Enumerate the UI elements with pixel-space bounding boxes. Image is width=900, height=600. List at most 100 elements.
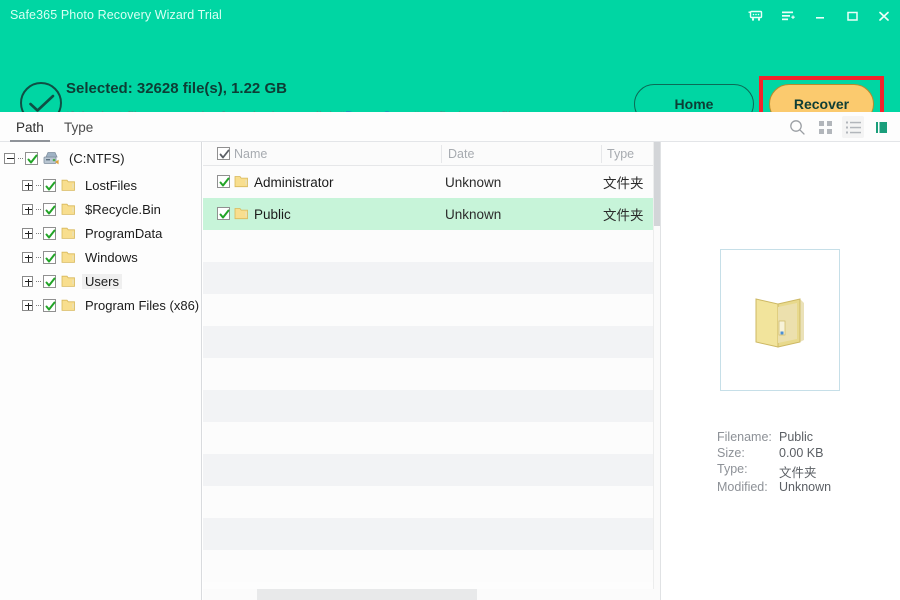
folder-icon xyxy=(234,208,248,220)
table-row[interactable]: Administrator xyxy=(203,166,653,198)
table-row-empty[interactable] xyxy=(203,454,653,486)
table-row-empty[interactable] xyxy=(203,390,653,422)
folder-tree[interactable]: (C:NTFS) LostFiles $Recycle.Bin ProgramD… xyxy=(0,142,202,600)
expand-toggle-icon[interactable] xyxy=(22,227,33,239)
row-checkbox[interactable] xyxy=(217,175,230,188)
drive-icon xyxy=(43,151,59,164)
column-header-name[interactable]: Name xyxy=(234,142,267,166)
table-row-empty[interactable] xyxy=(203,326,653,358)
tree-node-label: (C:NTFS) xyxy=(69,150,125,166)
meta-row-size: Size: 0.00 KB xyxy=(717,446,897,462)
meta-row-filename: Filename: Public xyxy=(717,430,897,446)
tree-checkbox[interactable] xyxy=(25,151,38,165)
expand-toggle-icon[interactable] xyxy=(22,251,33,263)
expand-toggle-icon[interactable] xyxy=(22,203,33,215)
preview-thumbnail xyxy=(720,249,840,391)
tree-node-label: Program Files (x86) xyxy=(85,297,200,313)
tree-checkbox[interactable] xyxy=(43,250,56,264)
table-row-empty[interactable] xyxy=(203,486,653,518)
preview-panel-icon[interactable] xyxy=(870,116,892,138)
tree-node-windows[interactable]: Windows xyxy=(22,246,141,268)
window-title: Safe365 Photo Recovery Wizard Trial xyxy=(10,8,222,22)
table-row[interactable]: Public xyxy=(203,198,653,230)
row-date: Unknown xyxy=(445,174,502,190)
table-row-empty[interactable] xyxy=(203,422,653,454)
title-bar: Safe365 Photo Recovery Wizard Trial xyxy=(0,0,900,32)
feedback-icon[interactable] xyxy=(772,0,804,32)
tree-node-users[interactable]: Users xyxy=(22,270,122,292)
expand-toggle-icon[interactable] xyxy=(22,275,33,287)
tree-node-programdata[interactable]: ProgramData xyxy=(22,222,165,244)
tree-connector xyxy=(36,280,41,282)
meta-key: Type: xyxy=(717,462,748,476)
folder-icon xyxy=(234,176,248,188)
close-icon[interactable] xyxy=(868,0,900,32)
tree-connector xyxy=(36,184,41,186)
column-header-date[interactable]: Date xyxy=(448,142,474,166)
search-icon[interactable] xyxy=(786,116,808,138)
row-name: Administrator xyxy=(254,174,334,190)
status-header: Selected: 32628 file(s), 1.22 GB If the … xyxy=(0,32,900,133)
collapse-toggle-icon[interactable] xyxy=(4,152,15,164)
list-toolbar xyxy=(786,112,892,142)
column-divider[interactable] xyxy=(601,145,602,163)
list-view-icon[interactable] xyxy=(842,116,864,138)
meta-value: Unknown xyxy=(779,480,832,494)
tree-node-label: Users xyxy=(82,273,122,289)
table-row-empty[interactable] xyxy=(203,262,653,294)
maximize-icon[interactable] xyxy=(836,0,868,32)
row-name: Public xyxy=(254,206,291,222)
column-divider[interactable] xyxy=(441,145,442,163)
minimize-icon[interactable] xyxy=(804,0,836,32)
tree-checkbox[interactable] xyxy=(43,226,56,240)
meta-key: Size: xyxy=(717,446,745,460)
meta-value: 0.00 KB xyxy=(779,446,824,460)
view-tab-bar: Path Type xyxy=(0,112,900,142)
tree-connector xyxy=(36,304,41,306)
tree-checkbox[interactable] xyxy=(43,202,56,216)
tree-node-recyclebin[interactable]: $Recycle.Bin xyxy=(22,198,164,220)
tree-node-root[interactable]: (C:NTFS) xyxy=(4,147,128,169)
selected-summary: Selected: 32628 file(s), 1.22 GB xyxy=(66,80,287,97)
grid-view-icon[interactable] xyxy=(814,116,836,138)
meta-key: Filename: xyxy=(717,430,772,444)
preview-panel: Filename: Public Size: 0.00 KB Type: 文件夹… xyxy=(660,142,900,600)
horizontal-scrollbar[interactable] xyxy=(203,589,660,600)
table-row-empty[interactable] xyxy=(203,294,653,326)
row-checkbox[interactable] xyxy=(217,207,230,220)
table-row-empty[interactable] xyxy=(203,550,653,582)
row-type: 文件夹 xyxy=(603,208,644,223)
tree-checkbox[interactable] xyxy=(43,298,56,312)
column-header-type[interactable]: Type xyxy=(607,142,634,166)
folder-icon xyxy=(61,203,75,215)
table-row-empty[interactable] xyxy=(203,358,653,390)
table-row-empty[interactable] xyxy=(203,518,653,550)
tree-node-label: ProgramData xyxy=(85,225,163,241)
tree-node-programfilesx86[interactable]: Program Files (x86) xyxy=(22,294,201,316)
tab-path[interactable]: Path xyxy=(10,112,50,142)
tree-connector xyxy=(18,157,23,159)
expand-toggle-icon[interactable] xyxy=(22,179,33,191)
horizontal-scrollbar-thumb[interactable] xyxy=(257,589,477,600)
folder-icon xyxy=(61,227,75,239)
tree-checkbox[interactable] xyxy=(43,274,56,288)
expand-toggle-icon[interactable] xyxy=(22,299,33,311)
file-list[interactable]: Name Date Type Administrator Public xyxy=(203,142,653,600)
tree-node-label: LostFiles xyxy=(85,177,138,193)
folder-icon xyxy=(61,299,75,311)
vertical-scrollbar[interactable] xyxy=(653,142,661,589)
folder-icon xyxy=(61,179,75,191)
preview-metadata: Filename: Public Size: 0.00 KB Type: 文件夹… xyxy=(717,430,897,496)
select-all-checkbox[interactable] xyxy=(217,147,230,160)
tree-checkbox[interactable] xyxy=(43,178,56,192)
folder-icon xyxy=(61,251,75,263)
table-row-empty[interactable] xyxy=(203,230,653,262)
tab-type[interactable]: Type xyxy=(58,112,99,142)
app-window: Safe365 Photo Recovery Wizard Trial Sele… xyxy=(0,0,900,600)
tree-connector xyxy=(36,208,41,210)
tree-node-label: Windows xyxy=(85,249,138,265)
tree-node-lostfiles[interactable]: LostFiles xyxy=(22,174,140,196)
open-folder-icon xyxy=(755,298,804,348)
cart-icon[interactable] xyxy=(740,0,772,32)
tree-connector xyxy=(36,232,41,234)
